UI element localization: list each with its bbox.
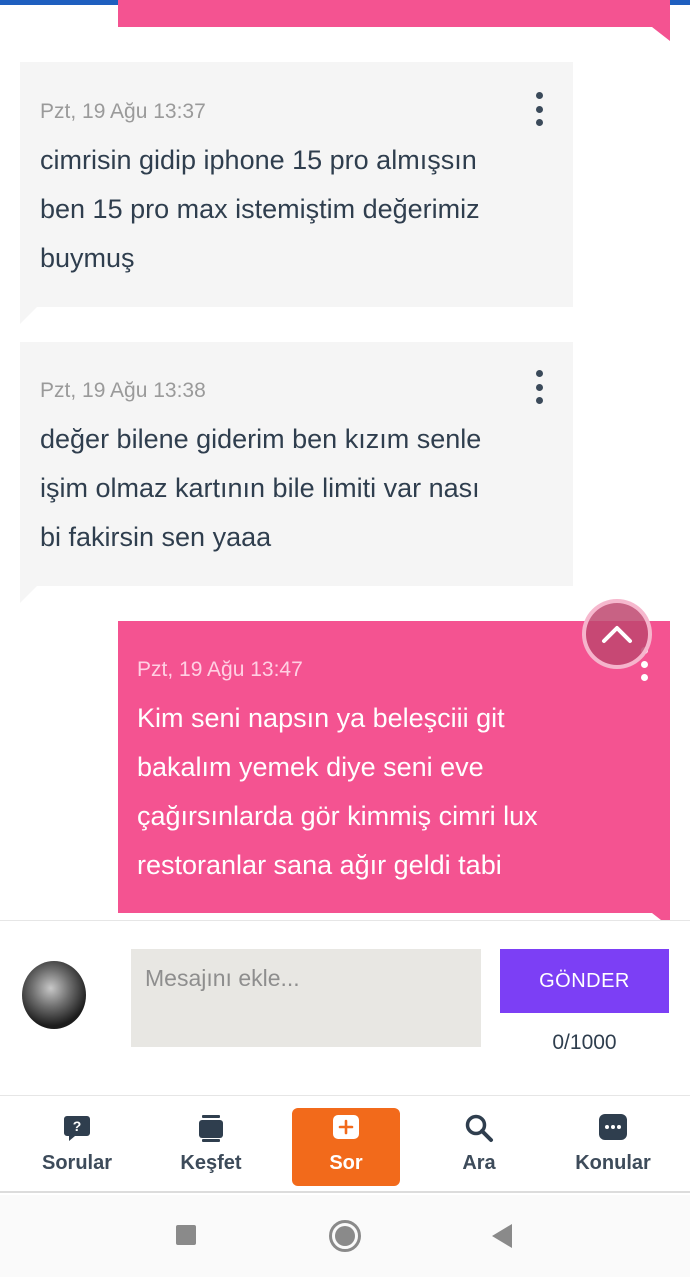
avatar	[22, 961, 86, 1029]
tab-konular[interactable]: Konular	[559, 1108, 667, 1186]
scroll-to-top-button[interactable]	[582, 599, 652, 669]
message-text: değer bilene giderim ben kızım senle işi…	[40, 424, 482, 552]
chevron-up-icon	[602, 626, 632, 643]
tab-label: Sorular	[41, 1152, 113, 1174]
message-time: Pzt, 19 Ağu 13:47	[137, 658, 303, 681]
tab-ara[interactable]: Ara	[425, 1108, 533, 1186]
tab-label: Konular	[575, 1152, 651, 1174]
message-text: Kim seni napsın ya beleşciii git bakalım…	[137, 703, 538, 880]
tab-sorular[interactable]: ? Sorular	[23, 1108, 131, 1186]
message-tail	[652, 27, 670, 41]
message-bubble-incoming: Pzt, 19 Ağu 13:37 cimrisin gidip iphone …	[20, 62, 573, 307]
back-icon[interactable]	[490, 1223, 514, 1254]
chat-dots-icon	[597, 1112, 629, 1144]
search-icon	[463, 1112, 495, 1144]
recent-apps-icon[interactable]	[175, 1224, 197, 1251]
message-time: Pzt, 19 Ağu 13:37	[40, 100, 206, 123]
message-bubble-incoming: Pzt, 19 Ağu 13:38 değer bilene giderim b…	[20, 342, 573, 586]
bottom-tab-bar: ? Sorular Keşfet Sor Ara Konular	[0, 1097, 690, 1193]
message-time: Pzt, 19 Ağu 13:38	[40, 379, 206, 402]
tab-label: Ara	[462, 1152, 496, 1174]
home-icon[interactable]	[328, 1219, 362, 1258]
tab-sor[interactable]: Sor	[292, 1108, 400, 1186]
tab-label: Keşfet	[180, 1152, 242, 1174]
message-bubble-outgoing: Pzt, 19 Ağu 13:47 Kim seni napsın ya bel…	[118, 621, 670, 913]
cards-stack-icon	[195, 1112, 227, 1144]
message-input[interactable]	[131, 949, 481, 1047]
character-counter: 0/1000	[552, 1031, 617, 1054]
message-bubble-partial	[118, 0, 670, 27]
message-tail	[20, 585, 38, 603]
tab-label: Sor	[329, 1152, 363, 1174]
message-text: cimrisin gidip iphone 15 pro almışsın be…	[40, 145, 480, 273]
svg-text:?: ?	[73, 1118, 82, 1134]
message-composer: GÖNDER 0/1000	[0, 920, 690, 1096]
message-tail	[20, 306, 38, 324]
more-options-icon[interactable]	[533, 370, 545, 404]
plus-box-icon	[330, 1112, 362, 1144]
tab-kesfet[interactable]: Keşfet	[157, 1108, 265, 1186]
more-options-icon[interactable]	[533, 92, 545, 126]
system-navigation-bar	[0, 1195, 690, 1277]
send-button[interactable]: GÖNDER	[500, 949, 669, 1013]
question-bubble-icon: ?	[61, 1112, 93, 1144]
